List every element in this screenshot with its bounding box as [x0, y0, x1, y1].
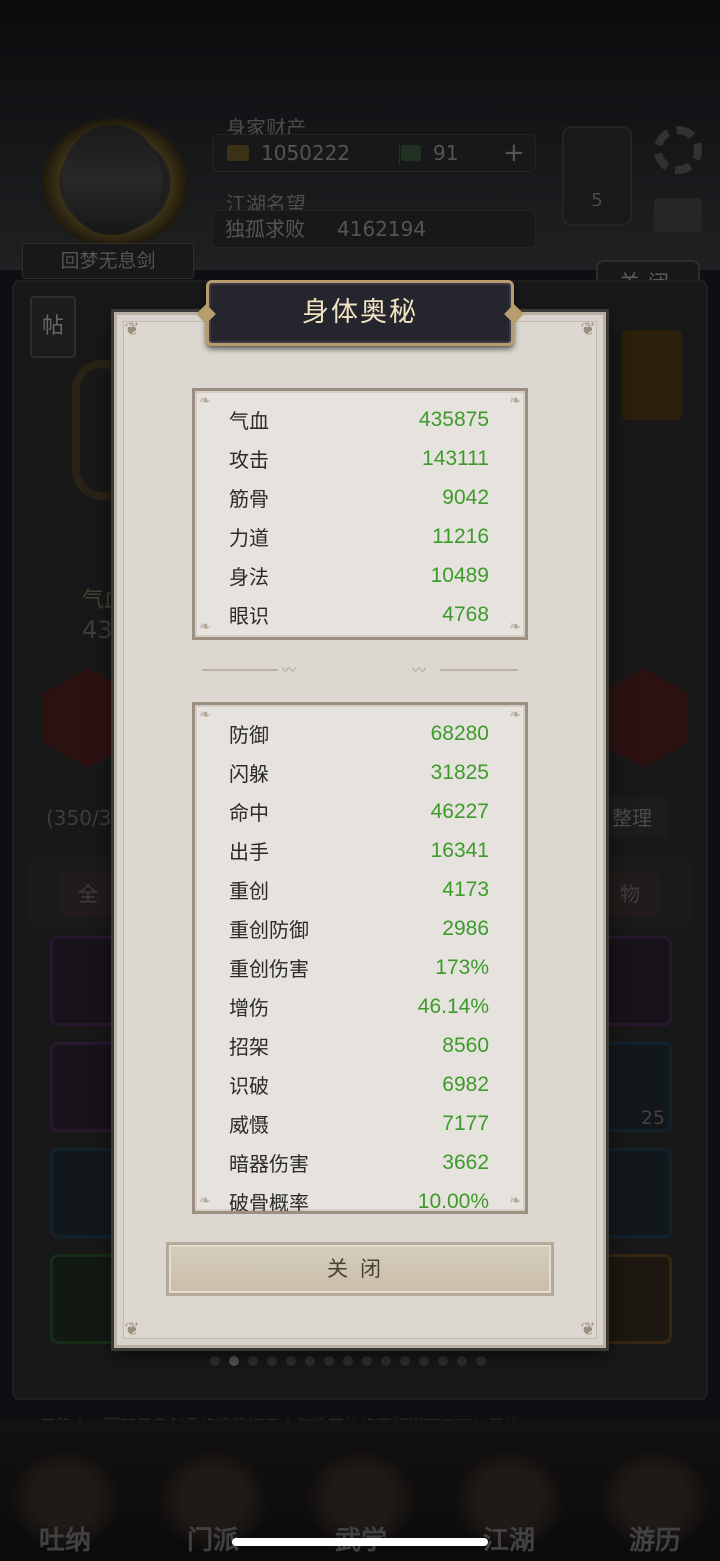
stat-name: 识破: [229, 1074, 269, 1098]
stat-row-critical: 重创 4173: [229, 870, 489, 909]
stat-row-constitution: 筋骨 9042: [229, 478, 489, 517]
corner-ornament: ❦: [580, 1319, 596, 1340]
divider-line: [202, 669, 278, 671]
stat-value: 46227: [430, 799, 489, 823]
stat-value: 6982: [442, 1072, 489, 1096]
stat-value: 10489: [430, 563, 489, 587]
stats-scroll-area[interactable]: 防御 68280 闪躲 31825 命中 46227 出手 16341 重创 4…: [195, 705, 525, 1212]
stat-value: 16341: [430, 838, 489, 862]
stat-row-initiative: 出手 16341: [229, 831, 489, 870]
corner-ornament: ❧: [199, 619, 211, 635]
stat-name: 筋骨: [229, 487, 269, 511]
stat-value: 173%: [435, 955, 489, 979]
stat-name: 闪躲: [229, 762, 269, 786]
stat-value: 9042: [442, 485, 489, 509]
home-indicator[interactable]: [232, 1538, 488, 1546]
stat-name: 力道: [229, 526, 269, 550]
stat-value: 10.00%: [417, 1189, 489, 1212]
stat-value: 435875: [418, 407, 489, 431]
stat-name: 攻击: [229, 448, 269, 472]
stat-name: 出手: [229, 840, 269, 864]
corner-ornament: ❧: [199, 393, 211, 409]
stat-row-agility: 身法 10489: [229, 556, 489, 595]
stat-value: 46.14%: [417, 994, 489, 1018]
corner-ornament: ❧: [199, 707, 211, 723]
corner-ornament: ❧: [199, 1193, 211, 1209]
stat-row-damage-boost: 增伤 46.14%: [229, 987, 489, 1026]
stat-row-critical-damage: 重创伤害 173%: [229, 948, 489, 987]
stat-row-hp: 气血 435875: [229, 400, 489, 439]
dialog-title-plate: 身体奥秘: [206, 280, 514, 346]
stat-name: 气血: [229, 409, 269, 433]
stat-name: 防御: [229, 723, 269, 747]
corner-ornament: ❦: [124, 1319, 140, 1340]
stat-name: 破骨概率: [229, 1191, 309, 1211]
stat-value: 31825: [430, 760, 489, 784]
divider-line: [440, 669, 518, 671]
stat-value: 3662: [442, 1150, 489, 1174]
stat-row-critical-defense: 重创防御 2986: [229, 909, 489, 948]
stat-row-defense: 防御 68280: [229, 714, 489, 753]
stat-row-insight: 识破 6982: [229, 1065, 489, 1104]
stat-row-attack: 攻击 143111: [229, 439, 489, 478]
stat-row-perception: 眼识 4768: [229, 595, 489, 634]
stat-value: 4173: [442, 877, 489, 901]
dialog-title: 身体奥秘: [302, 297, 418, 328]
stat-name: 重创: [229, 879, 269, 903]
corner-ornament: ❧: [509, 707, 521, 723]
stat-value: 2986: [442, 916, 489, 940]
stat-row-strength: 力道 11216: [229, 517, 489, 556]
divider-ornament: 〰: [282, 663, 296, 679]
corner-ornament: ❦: [124, 319, 140, 340]
stat-name: 威慑: [229, 1113, 269, 1137]
stat-name: 暗器伤害: [229, 1152, 309, 1176]
stat-value: 143111: [422, 446, 489, 470]
stat-row-hidden-weapon-damage: 暗器伤害 3662: [229, 1143, 489, 1182]
stat-row-intimidate: 威慑 7177: [229, 1104, 489, 1143]
stat-name: 重创防御: [229, 918, 309, 942]
stat-row-dodge: 闪躲 31825: [229, 753, 489, 792]
stat-row-accuracy: 命中 46227: [229, 792, 489, 831]
stat-value: 4768: [442, 602, 489, 626]
corner-ornament: ❧: [509, 619, 521, 635]
stat-value: 11216: [432, 524, 489, 548]
stat-name: 招架: [229, 1035, 269, 1059]
divider-ornament: 〰: [412, 663, 426, 679]
stat-name: 增伤: [229, 996, 269, 1020]
stat-value: 8560: [442, 1033, 489, 1057]
stat-row-bone-break-chance: 破骨概率 10.00%: [229, 1182, 489, 1212]
corner-ornament: ❦: [580, 319, 596, 340]
stat-name: 命中: [229, 801, 269, 825]
stat-value: 7177: [442, 1111, 489, 1135]
stat-name: 重创伤害: [229, 957, 309, 981]
close-button[interactable]: 关闭: [166, 1242, 554, 1296]
corner-ornament: ❧: [509, 393, 521, 409]
basic-stats-panel: ❧ ❧ ❧ ❧ 气血 435875 攻击 143111 筋骨 9042 力道 1…: [192, 388, 528, 640]
stat-name: 身法: [229, 565, 269, 589]
stat-row-parry: 招架 8560: [229, 1026, 489, 1065]
stat-name: 眼识: [229, 604, 269, 628]
stat-value: 68280: [430, 721, 489, 745]
corner-ornament: ❧: [509, 1193, 521, 1209]
advanced-stats-panel[interactable]: 防御 68280 闪躲 31825 命中 46227 出手 16341 重创 4…: [192, 702, 528, 1214]
